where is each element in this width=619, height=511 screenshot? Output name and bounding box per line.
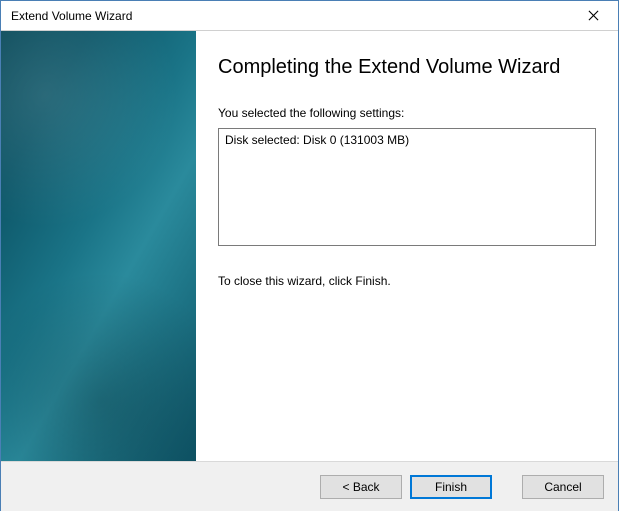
- button-bar: < Back Finish Cancel: [1, 461, 618, 511]
- page-heading: Completing the Extend Volume Wizard: [218, 55, 596, 80]
- intro-text: You selected the following settings:: [218, 106, 596, 120]
- cancel-button[interactable]: Cancel: [522, 475, 604, 499]
- settings-listbox[interactable]: Disk selected: Disk 0 (131003 MB): [218, 128, 596, 246]
- wizard-body: Completing the Extend Volume Wizard You …: [1, 31, 618, 461]
- back-button[interactable]: < Back: [320, 475, 402, 499]
- close-icon: [588, 10, 599, 21]
- title-bar: Extend Volume Wizard: [1, 1, 618, 31]
- wizard-banner: [1, 31, 196, 461]
- close-button[interactable]: [571, 2, 616, 30]
- settings-line: Disk selected: Disk 0 (131003 MB): [225, 133, 589, 147]
- wizard-content: Completing the Extend Volume Wizard You …: [196, 31, 618, 461]
- finish-button[interactable]: Finish: [410, 475, 492, 499]
- closing-text: To close this wizard, click Finish.: [218, 274, 596, 288]
- window-title: Extend Volume Wizard: [11, 9, 132, 23]
